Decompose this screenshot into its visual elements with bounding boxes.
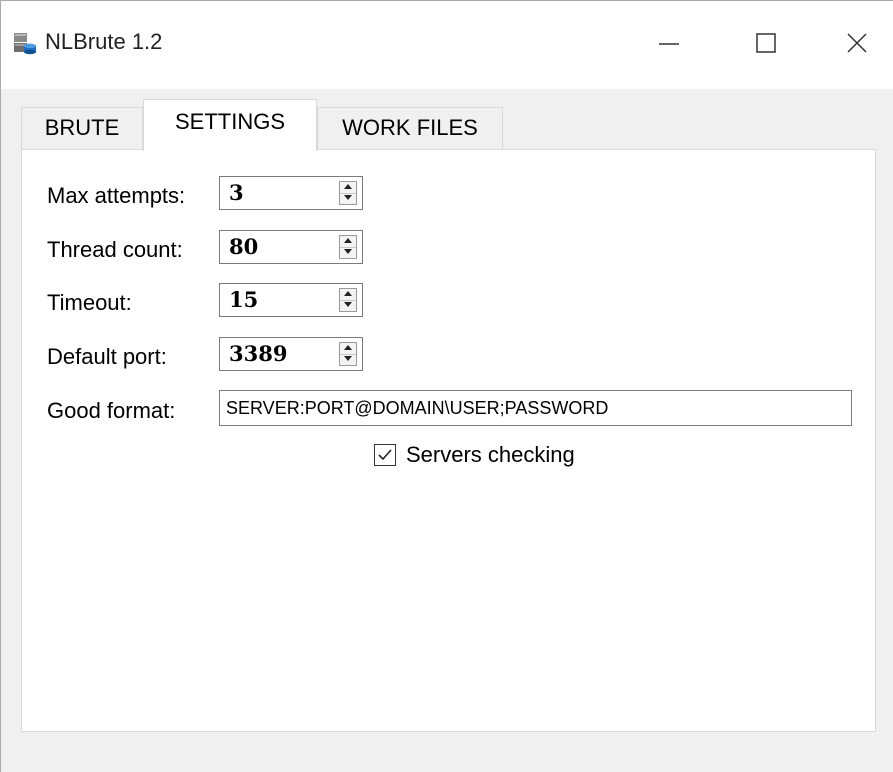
max-attempts-value: 3 [229, 180, 244, 205]
thread-count-value: 80 [229, 234, 259, 259]
arrow-down-icon [344, 356, 352, 361]
arrow-down-icon [344, 249, 352, 254]
thread-count-spin-buttons [339, 235, 357, 259]
arrow-up-icon [344, 238, 352, 243]
thread-count-stepper[interactable]: 80 [219, 230, 363, 264]
timeout-label: Timeout: [47, 290, 132, 315]
database-app-icon [13, 31, 37, 55]
timeout-spin-buttons [339, 288, 357, 312]
minimize-icon [659, 43, 679, 45]
good-format-label: Good format: [47, 398, 176, 423]
timeout-value: 15 [229, 287, 259, 312]
max-attempts-label: Max attempts: [47, 183, 186, 208]
app-window: NLBrute 1.2 BRUTE SETTINGS WORK FILES Ma… [0, 0, 893, 772]
thread-count-label: Thread count: [47, 237, 183, 262]
close-button[interactable] [837, 23, 877, 63]
arrow-up-icon [344, 345, 352, 350]
timeout-stepper[interactable]: 15 [219, 283, 363, 317]
arrow-up-icon [344, 291, 352, 296]
close-icon [847, 33, 867, 53]
default-port-decrement[interactable] [340, 354, 356, 365]
good-format-input[interactable] [219, 390, 852, 426]
default-port-label: Default port: [47, 344, 167, 369]
title-bar[interactable]: NLBrute 1.2 [1, 1, 893, 89]
servers-checking-label: Servers checking [406, 442, 575, 467]
tab-brute[interactable]: BRUTE [21, 107, 143, 149]
timeout-decrement[interactable] [340, 300, 356, 311]
maximize-icon [756, 33, 776, 53]
minimize-button[interactable] [649, 23, 689, 63]
max-attempts-stepper[interactable]: 3 [219, 176, 363, 210]
tab-work-files[interactable]: WORK FILES [317, 107, 503, 149]
tab-settings[interactable]: SETTINGS [143, 99, 317, 151]
thread-count-decrement[interactable] [340, 247, 356, 258]
default-port-value: 3389 [229, 341, 288, 366]
window-title: NLBrute 1.2 [45, 29, 163, 54]
checkmark-icon [378, 449, 392, 461]
arrow-up-icon [344, 184, 352, 189]
max-attempts-decrement[interactable] [340, 193, 356, 204]
settings-panel: Max attempts: 3 Thread count: 80 Timeout… [21, 149, 876, 732]
arrow-down-icon [344, 195, 352, 200]
maximize-button[interactable] [746, 23, 786, 63]
arrow-down-icon [344, 302, 352, 307]
checkbox-box[interactable] [374, 444, 396, 466]
default-port-spin-buttons [339, 342, 357, 366]
default-port-stepper[interactable]: 3389 [219, 337, 363, 371]
max-attempts-spin-buttons [339, 181, 357, 205]
